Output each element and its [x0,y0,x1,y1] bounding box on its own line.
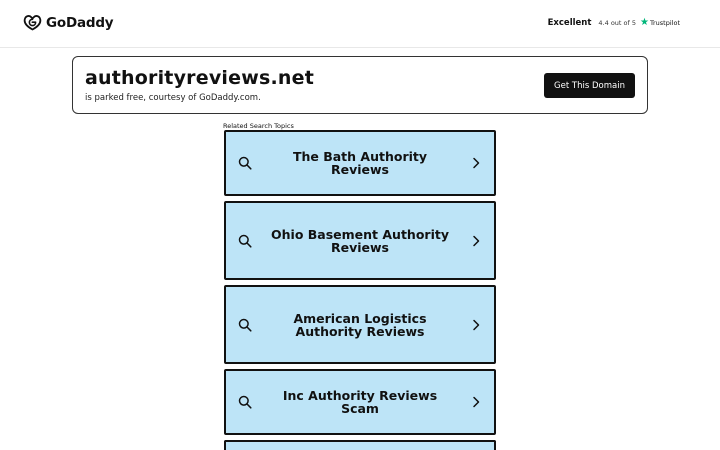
parked-notice: is parked free, courtesy of GoDaddy.com. [85,93,261,103]
related-topic-link[interactable]: American Logistics Authority Reviews [224,285,496,364]
related-topic-label: Inc Authority Reviews Scam [282,388,438,416]
related-topic-label: Ohio Basement Authority Reviews [271,226,449,255]
site-header: GoDaddy Excellent 4.4 out of 5 ★ Trustpi… [0,0,720,48]
trustpilot-rating[interactable]: Excellent 4.4 out of 5 ★ Trustpilot [547,18,680,29]
related-topic-link[interactable] [224,440,496,450]
trustpilot-star-icon: ★ [640,17,649,28]
chevron-right-icon [473,319,480,330]
related-topics-label: Related Search Topics [223,122,294,130]
trustpilot-label: Trustpilot [649,19,680,27]
search-icon [238,318,252,332]
chevron-right-icon [473,235,480,246]
related-topic-link[interactable]: Inc Authority Reviews Scam [224,369,496,435]
get-domain-button[interactable]: Get This Domain [544,73,635,98]
domain-name: authorityreviews.net [85,67,314,89]
chevron-right-icon [473,396,480,408]
rating-score: 4.4 out of 5 [598,19,637,27]
rating-word: Excellent [547,18,592,28]
brand-name: GoDaddy [46,14,114,31]
search-icon [238,395,252,409]
related-topic-link[interactable]: The Bath Authority Reviews [224,130,496,196]
domain-card: authorityreviews.net is parked free, cou… [72,56,648,114]
godaddy-logo-icon [23,15,42,31]
trustpilot-badge: ★ Trustpilot [640,18,680,28]
related-topic-link[interactable]: Ohio Basement Authority Reviews [224,201,496,280]
related-topic-label: The Bath Authority Reviews [292,149,428,177]
related-topic-label: American Logistics Authority Reviews [293,310,427,339]
chevron-right-icon [473,157,480,169]
search-icon [238,156,252,170]
search-icon [238,234,252,248]
godaddy-logo[interactable]: GoDaddy [23,14,114,31]
